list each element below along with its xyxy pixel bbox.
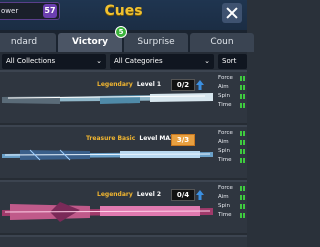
stat-bar-force (240, 184, 247, 193)
cue-row-treasure-basic[interactable]: Treasure Basic Level MAX 3/3 Force Aim S… (0, 127, 247, 180)
filter-bar: All Collections ⌄ All Categories ⌄ Sort (0, 52, 247, 70)
tab-standard[interactable]: ndard (0, 33, 56, 52)
cue-title: Treasure Basic Level MAX (86, 135, 175, 142)
chevron-down-icon: ⌄ (204, 57, 210, 65)
stat-bar-time (240, 211, 247, 220)
collections-dropdown[interactable]: All Collections ⌄ (2, 54, 106, 69)
stat-bar-force (240, 129, 247, 138)
cue-row-legendary-1[interactable]: Legendary Level 1 0/2 Force Aim Spin Tim… (0, 72, 247, 125)
cue-tier: Legendary (97, 81, 133, 88)
tab-surprise[interactable]: Surprise (124, 33, 188, 52)
categories-dropdown-label: All Categories (114, 57, 163, 65)
stat-bar-force (240, 74, 247, 83)
categories-dropdown[interactable]: All Categories ⌄ (110, 54, 214, 69)
collections-dropdown-label: All Collections (6, 57, 56, 65)
cue-title: Legendary Level 2 (97, 191, 161, 198)
sort-dropdown-label: Sort (222, 57, 237, 65)
chevron-down-icon: ⌄ (96, 57, 102, 65)
up-arrow-icon[interactable] (196, 80, 204, 90)
cue-level: Level 2 (136, 191, 162, 198)
top-bar: ower 57 Cues (0, 0, 247, 30)
cue-progress: 0/4 (171, 189, 195, 201)
sort-dropdown[interactable]: Sort (218, 54, 247, 69)
stat-bar-spin (240, 147, 247, 156)
stat-bars (240, 184, 247, 220)
victory-count-badge: 5 (115, 26, 127, 38)
cue-list[interactable]: Legendary Level 1 0/2 Force Aim Spin Tim… (0, 70, 247, 247)
up-arrow-icon[interactable] (196, 190, 204, 200)
stat-bars (240, 129, 247, 165)
stat-bar-spin (240, 202, 247, 211)
cue-progress: 0/2 (171, 79, 195, 91)
cue-title: Legendary Level 1 (97, 81, 161, 88)
stat-bar-time (240, 101, 247, 110)
cue-progress: 3/3 (171, 134, 195, 146)
stat-bar-aim (240, 193, 247, 202)
cue-row-partial[interactable] (0, 237, 247, 247)
cue-level: Level MAX (139, 135, 175, 142)
stat-bar-aim (240, 83, 247, 92)
stat-bar-spin (240, 92, 247, 101)
cue-level: Level 1 (136, 81, 162, 88)
stat-bar-aim (240, 138, 247, 147)
cue-row-legendary-2[interactable]: Legendary Level 2 0/4 Force Aim Spin Tim… (0, 182, 247, 235)
stat-bars (240, 74, 247, 110)
tab-victory[interactable]: Victory (58, 33, 122, 52)
close-icon[interactable] (222, 3, 242, 23)
cue-tier: Treasure Basic (86, 135, 136, 142)
stat-bar-time (240, 156, 247, 165)
tab-country[interactable]: Coun (190, 33, 254, 52)
cue-tier: Legendary (97, 191, 133, 198)
page-title: Cues (104, 3, 143, 19)
